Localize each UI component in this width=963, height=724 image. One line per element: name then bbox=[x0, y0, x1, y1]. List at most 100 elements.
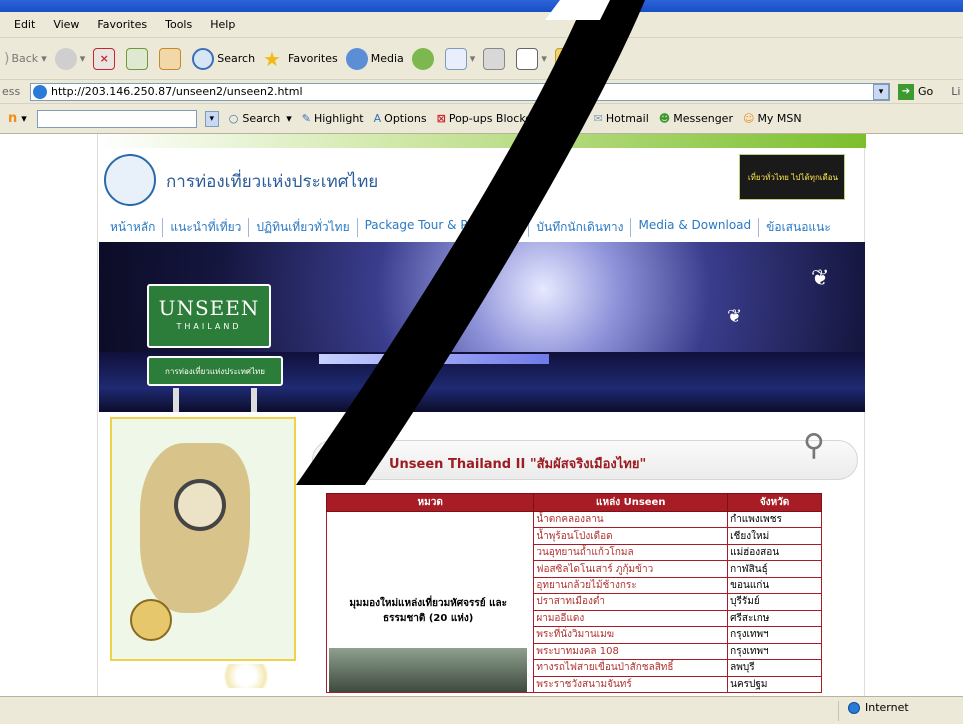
mail-button[interactable]: ▾ bbox=[444, 47, 476, 70]
back-arrow-icon: ) bbox=[4, 50, 10, 67]
dropdown-icon: ▾ bbox=[286, 112, 292, 125]
stop-icon: × bbox=[93, 47, 116, 70]
dropdown-icon: ▾ bbox=[21, 112, 27, 125]
main-nav: หน้าหลัก แนะนำที่เที่ยว ปฏิทินเที่ยวทั่ว… bbox=[110, 218, 860, 237]
unseen-table: หมวด แหล่ง Unseen จังหวัด มุมมองใหม่แหล่… bbox=[325, 493, 822, 694]
options-icon: A bbox=[373, 112, 382, 125]
msn-search-button[interactable]: ○ Search ▾ bbox=[229, 112, 292, 125]
envelope-icon: ✉ bbox=[593, 112, 603, 125]
tat-logo[interactable] bbox=[104, 154, 156, 206]
nav-calendar[interactable]: ปฏิทินเที่ยวทั่วไทย bbox=[249, 218, 358, 237]
swirl-icon bbox=[329, 443, 365, 479]
back-button[interactable]: ) Back ▾ bbox=[4, 51, 47, 67]
place-link[interactable]: ทางรถไฟสายเขื่อนป่าสักชลสิทธิ์ bbox=[533, 659, 729, 677]
msn-search-dropdown-icon[interactable]: ▾ bbox=[204, 110, 219, 127]
province-cell: กรุงเทพฯ bbox=[727, 642, 822, 661]
place-link[interactable]: พระราชวังสนามจันทร์ bbox=[533, 675, 729, 694]
place-link[interactable]: ผามออีแดง bbox=[533, 609, 729, 628]
magnifier-icon bbox=[174, 479, 226, 531]
address-dropdown-icon[interactable]: ▾ bbox=[873, 83, 889, 100]
menu-tools[interactable]: Tools bbox=[165, 18, 192, 31]
nav-home[interactable]: หน้าหลัก bbox=[110, 218, 164, 237]
menu-help[interactable]: Help bbox=[210, 18, 235, 31]
menu-bar: Edit View Favorites Tools Help bbox=[0, 12, 963, 38]
status-bar: Internet bbox=[0, 696, 963, 724]
address-url: http://203.146.250.87/unseen2/unseen2.ht… bbox=[51, 85, 303, 98]
history-button[interactable] bbox=[411, 47, 437, 70]
place-link[interactable]: อุทยานกล้วยไม้ช้างกระ bbox=[533, 576, 729, 595]
unseen-sign: UNSEEN THAILAND bbox=[147, 284, 271, 348]
media-icon bbox=[345, 47, 368, 70]
province-cell: นครปฐม bbox=[727, 675, 822, 694]
popup-blocker-button[interactable]: ⊠ Pop-ups Blocked (292) ▾ bbox=[437, 112, 584, 125]
favorites-button[interactable]: ★ Favorites bbox=[263, 48, 338, 70]
tat-sign: การท่องเที่ยวแห่งประเทศไทย bbox=[147, 356, 283, 386]
print-button[interactable] bbox=[483, 47, 508, 70]
msn-logo-icon[interactable]: n bbox=[8, 111, 17, 126]
go-button[interactable]: ➔ Go bbox=[898, 83, 933, 100]
place-link[interactable]: ฟอสซิลไดโนเสาร์ ภูกุ้มข้าว bbox=[533, 560, 729, 578]
stop-button[interactable]: × bbox=[93, 47, 118, 70]
refresh-button[interactable] bbox=[126, 47, 151, 70]
links-label[interactable]: Li bbox=[951, 85, 960, 98]
discuss-button[interactable] bbox=[554, 47, 580, 70]
nav-feedback[interactable]: ข้อเสนอแนะ bbox=[759, 218, 838, 237]
dropdown-icon: ▾ bbox=[469, 52, 476, 65]
history-icon bbox=[411, 47, 434, 70]
msn-search-input[interactable] bbox=[36, 109, 197, 128]
page-viewport: การท่องเที่ยวแห่งประเทศไทย เที่ยวทั่วไทย… bbox=[0, 134, 963, 696]
address-label: ess bbox=[2, 85, 21, 98]
table-header-row: หมวด แหล่ง Unseen จังหวัด bbox=[325, 493, 822, 512]
options-button[interactable]: A Options bbox=[374, 112, 427, 125]
star-icon: ★ bbox=[263, 46, 281, 71]
place-link[interactable]: น้ำพุร้อนโป่งเดือด bbox=[533, 527, 729, 545]
search-button[interactable]: Search bbox=[192, 47, 255, 70]
promo-banner[interactable]: เที่ยวทั่วไทย ไปได้ทุกเดือน bbox=[739, 154, 845, 200]
place-link[interactable]: พระบาทมงคล 108 bbox=[533, 642, 729, 661]
dropdown-icon: ▾ bbox=[41, 52, 47, 65]
hotmail-button[interactable]: ✉ Hotmail bbox=[594, 112, 649, 125]
category-photo bbox=[329, 648, 528, 692]
nav-attractions[interactable]: แนะนำที่เที่ยว bbox=[163, 218, 250, 237]
word-icon bbox=[516, 47, 539, 70]
buddy-icon: ☻ bbox=[658, 112, 671, 125]
header-category: หมวด bbox=[325, 493, 535, 512]
dropdown-icon: ▾ bbox=[541, 52, 547, 65]
edit-button[interactable]: ▾ bbox=[516, 47, 547, 70]
place-link[interactable]: น้ำตกคลองลาน bbox=[533, 510, 729, 529]
home-button[interactable] bbox=[159, 47, 184, 70]
forward-button[interactable]: ▾ bbox=[54, 47, 86, 70]
messenger-icon bbox=[587, 47, 610, 70]
province-cell: กำแพงเพชร bbox=[727, 510, 822, 529]
address-input[interactable]: http://203.146.250.87/unseen2/unseen2.ht… bbox=[30, 82, 890, 101]
org-name[interactable]: การท่องเที่ยวแห่งประเทศไทย bbox=[166, 168, 378, 195]
province-cell: ขอนแก่น bbox=[727, 576, 822, 595]
nav-traveler-log[interactable]: บันทึกนักเดินทาง bbox=[529, 218, 632, 237]
media-button[interactable]: Media bbox=[345, 47, 404, 70]
dropdown-icon: ▾ bbox=[79, 52, 86, 65]
home-icon bbox=[159, 47, 182, 70]
address-bar: ess http://203.146.250.87/unseen2/unseen… bbox=[0, 80, 963, 104]
menu-edit[interactable]: Edit bbox=[14, 18, 35, 31]
messenger-link[interactable]: ☻ Messenger bbox=[659, 112, 733, 125]
go-arrow-icon: ➔ bbox=[898, 83, 914, 100]
menu-view[interactable]: View bbox=[53, 18, 79, 31]
flower-decoration bbox=[216, 664, 276, 688]
messenger-button[interactable] bbox=[587, 47, 613, 70]
place-link[interactable]: พระที่นั่งวิมานเมฆ bbox=[533, 626, 729, 644]
menu-favorites[interactable]: Favorites bbox=[97, 18, 147, 31]
section-title: Unseen Thailand II "สัมผัสจริงเมืองไทย" bbox=[389, 457, 647, 472]
nav-media[interactable]: Media & Download bbox=[631, 218, 760, 237]
security-zone: Internet bbox=[848, 701, 909, 714]
mymsn-button[interactable]: ☺ My MSN bbox=[743, 112, 802, 125]
place-link[interactable]: วนอุทยานถ้ำแก้วโกมล bbox=[533, 543, 729, 562]
butterfly-icon: ❦ bbox=[727, 306, 743, 327]
highlight-button[interactable]: ✎ Highlight bbox=[302, 112, 364, 125]
nav-package[interactable]: Package Tour & Promotion bbox=[358, 218, 530, 237]
status-divider bbox=[838, 701, 839, 721]
standard-toolbar: ) Back ▾ ▾ × Search ★ Favorites Media ▾ ▾ bbox=[0, 38, 963, 80]
category-label: มุมมองใหม่แหล่งเที่ยวมหัศจรรย์ และธรรมชา… bbox=[349, 598, 508, 624]
hero-banner: UNSEEN THAILAND การท่องเที่ยวแห่งประเทศไ… bbox=[99, 242, 865, 412]
province-cell: กรุงเทพฯ bbox=[727, 626, 822, 644]
place-link[interactable]: ปราสาทเมืองต่ำ bbox=[533, 593, 729, 611]
